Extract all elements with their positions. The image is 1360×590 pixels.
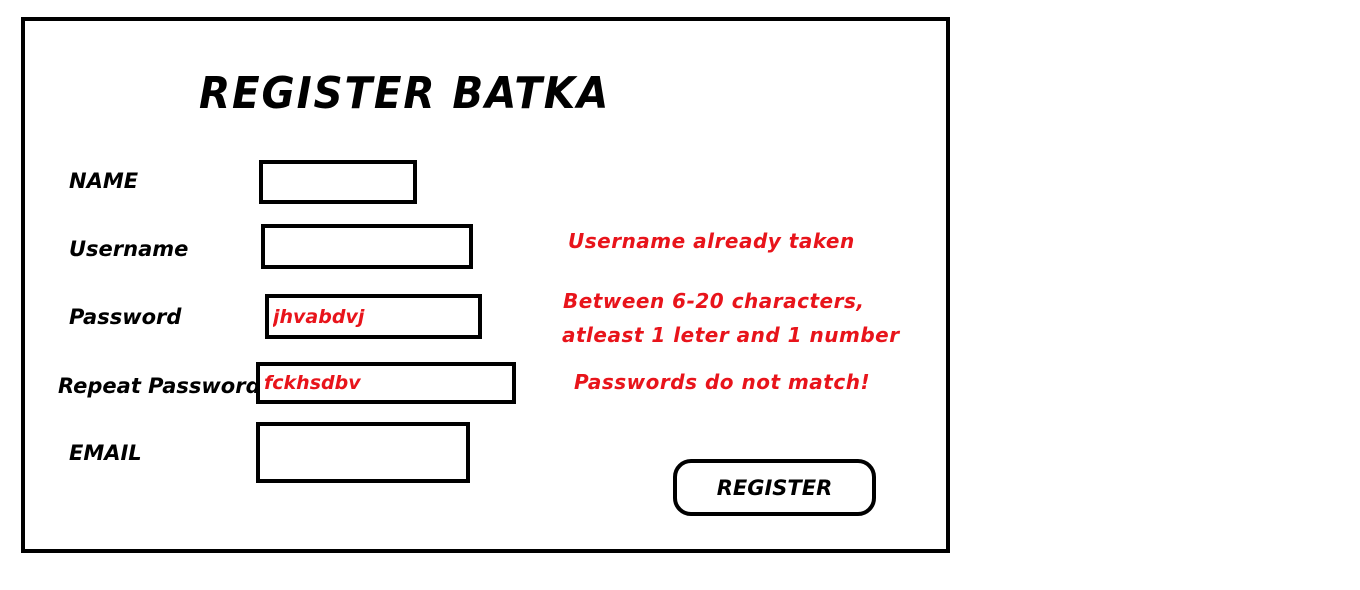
username-label: Username <box>69 237 189 261</box>
repeat-password-input[interactable] <box>256 362 516 404</box>
email-label: EMAIL <box>69 441 142 465</box>
password-error-line1: Between 6-20 characters, <box>563 289 865 313</box>
password-label: Password <box>69 305 182 329</box>
email-input[interactable] <box>256 422 470 483</box>
username-error: Username already taken <box>568 229 855 253</box>
repeat-password-error: Passwords do not match! <box>574 370 871 394</box>
form-title: REGISTER BATKA <box>199 68 611 119</box>
password-input[interactable] <box>265 294 482 339</box>
name-input[interactable] <box>259 160 417 204</box>
repeat-password-label: Repeat Password <box>58 374 261 398</box>
password-error-line2: atleast 1 leter and 1 number <box>562 323 900 347</box>
username-input[interactable] <box>261 224 473 269</box>
register-button[interactable]: REGISTER <box>673 459 876 516</box>
name-label: NAME <box>69 169 139 193</box>
